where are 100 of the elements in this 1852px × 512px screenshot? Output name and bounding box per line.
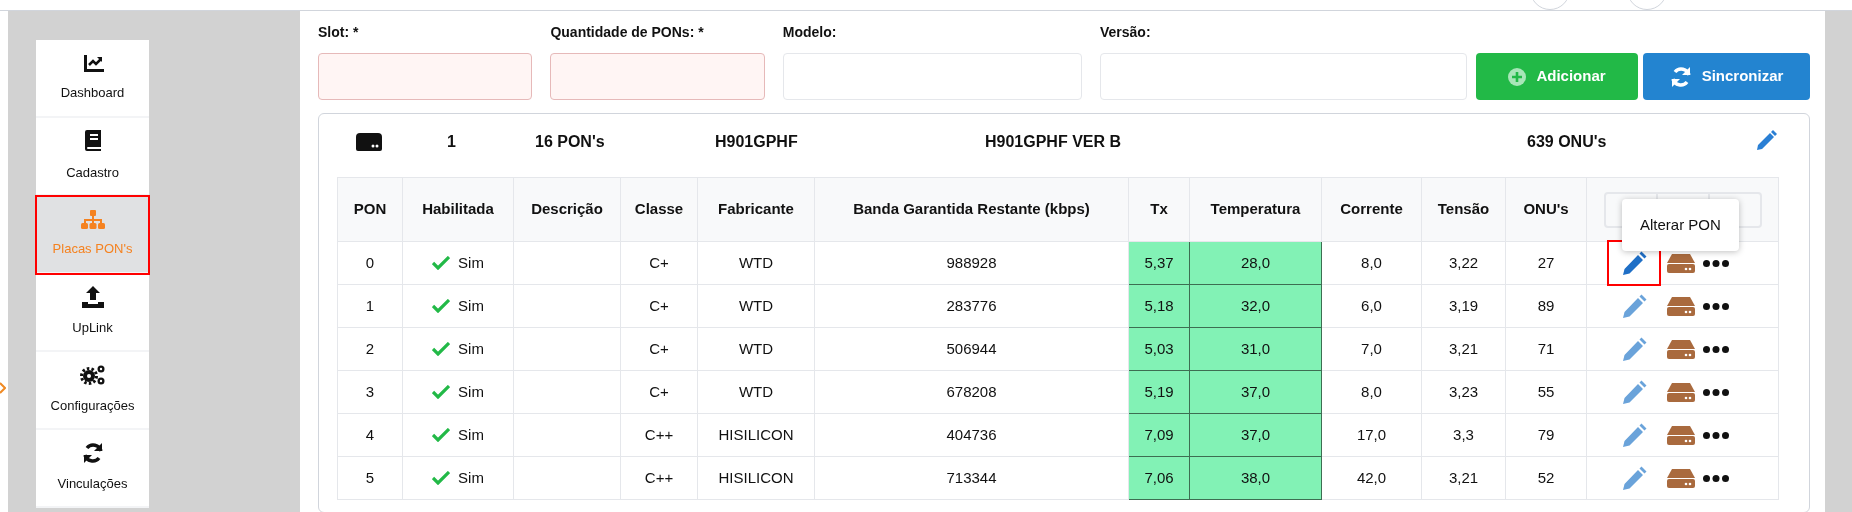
table-cell-text: Sim bbox=[458, 467, 484, 488]
table-cell: 52 bbox=[1505, 456, 1587, 500]
table-cell: 5,19 bbox=[1128, 370, 1190, 414]
table-cell: 37,0 bbox=[1189, 413, 1322, 457]
table-cell: 8,0 bbox=[1321, 370, 1422, 414]
table-cell: 31,0 bbox=[1189, 327, 1322, 371]
more-button[interactable] bbox=[1703, 345, 1729, 353]
column-header: Temperatura bbox=[1189, 177, 1322, 242]
drive-icon bbox=[1667, 382, 1695, 402]
board-pons: 16 PON's bbox=[535, 131, 605, 152]
column-header: Fabricante bbox=[697, 177, 815, 242]
table-cell-text: Sim bbox=[458, 338, 484, 359]
table-cell: 3,3 bbox=[1421, 413, 1506, 457]
sidebar-item[interactable]: UpLink bbox=[36, 274, 149, 352]
sync-button[interactable]: Sincronizar bbox=[1643, 53, 1810, 100]
line-chart-icon bbox=[81, 53, 104, 74]
upload-icon bbox=[80, 286, 105, 309]
column-header: Classe bbox=[620, 177, 698, 242]
table-cell: 55 bbox=[1505, 370, 1587, 414]
more-icon bbox=[1703, 302, 1729, 310]
pencil-icon bbox=[1621, 250, 1647, 276]
table-cell: 89 bbox=[1505, 284, 1587, 328]
pencil-icon bbox=[1621, 336, 1647, 362]
edit-button[interactable] bbox=[1609, 242, 1659, 284]
column-header: ONU's bbox=[1505, 177, 1587, 242]
table-cell: 8,0 bbox=[1321, 241, 1422, 285]
more-button[interactable] bbox=[1703, 388, 1729, 396]
table-cell: 3,21 bbox=[1421, 327, 1506, 371]
drive-button[interactable] bbox=[1667, 468, 1695, 488]
table-cell: 38,0 bbox=[1189, 456, 1322, 500]
table-cell: 3,22 bbox=[1421, 241, 1506, 285]
more-button[interactable] bbox=[1703, 259, 1729, 267]
table-cell: C+ bbox=[620, 327, 698, 371]
table-cell: C++ bbox=[620, 413, 698, 457]
table-cell: 4 bbox=[337, 413, 403, 457]
drive-icon bbox=[356, 133, 382, 151]
table-cell: 713344 bbox=[814, 456, 1129, 500]
table-cell: HISILICON bbox=[697, 456, 815, 500]
table-cell: 7,06 bbox=[1128, 456, 1190, 500]
column-header: PON bbox=[337, 177, 403, 242]
table-cell: 678208 bbox=[814, 370, 1129, 414]
board-version: H901GPHF VER B bbox=[985, 131, 1122, 152]
sidebar-item[interactable]: Dashboard bbox=[36, 40, 149, 118]
table-cell: 32,0 bbox=[1189, 284, 1322, 328]
more-icon bbox=[1703, 474, 1729, 482]
table-cell: C++ bbox=[620, 456, 698, 500]
table-cell: 28,0 bbox=[1189, 241, 1322, 285]
column-header: Descrição bbox=[513, 177, 621, 242]
table-cell: 3,21 bbox=[1421, 456, 1506, 500]
more-button[interactable] bbox=[1703, 302, 1729, 310]
table-cell: 3 bbox=[337, 370, 403, 414]
table-cell-text: Sim bbox=[458, 252, 484, 273]
drive-icon bbox=[1667, 468, 1695, 488]
table-cell: C+ bbox=[620, 370, 698, 414]
drive-button[interactable] bbox=[1667, 382, 1695, 402]
gears-icon bbox=[79, 364, 106, 387]
table-cell: 27 bbox=[1505, 241, 1587, 285]
drive-button[interactable] bbox=[1667, 296, 1695, 316]
column-header: Tx bbox=[1128, 177, 1190, 242]
table-cell: 988928 bbox=[814, 241, 1129, 285]
input-field[interactable] bbox=[550, 53, 765, 100]
table-cell: WTD bbox=[697, 284, 815, 328]
board-model: H901GPHF bbox=[715, 131, 798, 152]
drive-button[interactable] bbox=[1667, 253, 1695, 273]
tooltip: Alterar PON bbox=[1622, 199, 1739, 251]
input-field[interactable] bbox=[1100, 53, 1467, 100]
table-cell: 404736 bbox=[814, 413, 1129, 457]
table-cell: C+ bbox=[620, 284, 698, 328]
drive-button[interactable] bbox=[1667, 339, 1695, 359]
chevron-right-icon[interactable] bbox=[0, 382, 6, 394]
plus-circle-icon bbox=[1508, 67, 1527, 86]
input-field[interactable] bbox=[782, 53, 1082, 100]
pencil-icon bbox=[1621, 379, 1647, 405]
table-cell: 3,19 bbox=[1421, 284, 1506, 328]
drive-icon bbox=[1667, 296, 1695, 316]
more-button[interactable] bbox=[1703, 431, 1729, 439]
more-icon bbox=[1703, 431, 1729, 439]
table-cell: 6,0 bbox=[1321, 284, 1422, 328]
field-label: Versão: bbox=[1100, 23, 1152, 42]
input-field[interactable] bbox=[318, 53, 533, 100]
column-header: Habilitada bbox=[402, 177, 514, 242]
table-cell: 1 bbox=[337, 284, 403, 328]
table-cell-text: Sim bbox=[458, 381, 484, 402]
table-cell: 0 bbox=[337, 241, 403, 285]
table-cell: 5,03 bbox=[1128, 327, 1190, 371]
table-cell: 3,23 bbox=[1421, 370, 1506, 414]
sitemap-icon bbox=[80, 209, 105, 229]
drive-icon bbox=[1667, 425, 1695, 445]
pencil-icon bbox=[1755, 130, 1779, 152]
drive-button[interactable] bbox=[1667, 425, 1695, 445]
field-label: Modelo: bbox=[782, 23, 838, 42]
sync-icon bbox=[81, 442, 104, 465]
board-onus: 639 ONU's bbox=[1527, 131, 1607, 152]
more-button[interactable] bbox=[1703, 474, 1729, 482]
board-slot: 1 bbox=[447, 129, 456, 154]
more-icon bbox=[1703, 388, 1729, 396]
table-cell: 5 bbox=[337, 456, 403, 500]
table-cell: 71 bbox=[1505, 327, 1587, 371]
table-cell: 79 bbox=[1505, 413, 1587, 457]
table-cell: 5,37 bbox=[1128, 241, 1190, 285]
